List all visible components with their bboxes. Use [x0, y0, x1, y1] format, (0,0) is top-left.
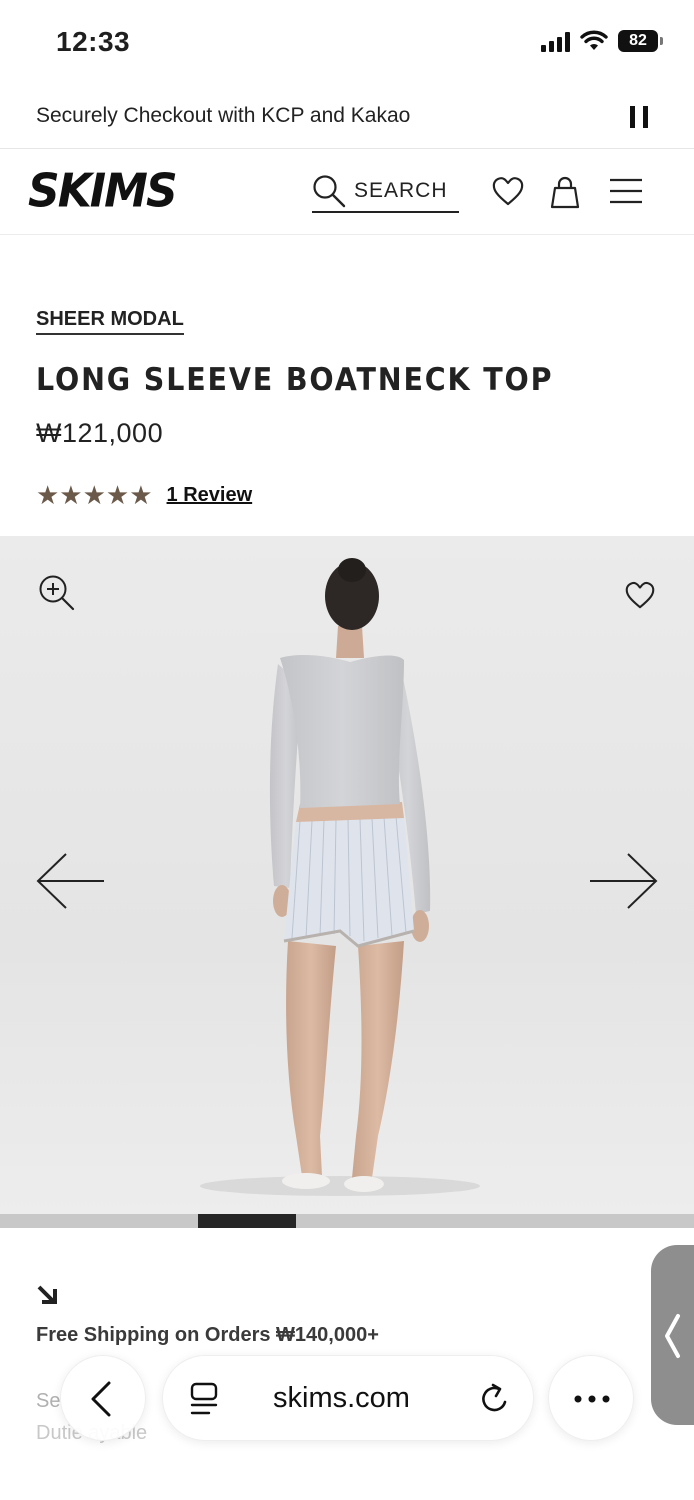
shopping-bag-icon[interactable]	[548, 174, 582, 210]
rating-row: ★★★★★ 1 Review	[36, 480, 252, 511]
tabs-icon[interactable]	[189, 1382, 219, 1416]
battery-icon: 82	[618, 30, 663, 52]
more-icon	[574, 1395, 610, 1403]
status-bar: 12:33 82	[0, 0, 694, 88]
chevron-left-icon	[91, 1381, 111, 1417]
heart-icon[interactable]	[491, 174, 525, 208]
status-time: 12:33	[56, 26, 131, 57]
chevron-left-icon	[665, 1314, 680, 1358]
collection-link[interactable]: SHEER MODAL	[36, 308, 184, 335]
search-icon	[313, 174, 346, 207]
product-image-gallery[interactable]	[0, 536, 694, 1216]
hamburger-menu-icon[interactable]	[608, 177, 644, 205]
wishlist-heart-icon[interactable]	[624, 580, 656, 610]
back-button[interactable]	[60, 1355, 146, 1441]
shipping-detail-text: Se	[36, 1390, 61, 1412]
address-bar[interactable]: skims.com	[162, 1355, 534, 1441]
skims-logo[interactable]: SKIMS	[28, 165, 178, 219]
reviews-link[interactable]: 1 Review	[167, 484, 253, 507]
free-shipping-text: Free Shipping on Orders ₩140,000+	[36, 1324, 379, 1346]
arrow-left-icon[interactable]	[36, 852, 106, 910]
announcement-bar: Securely Checkout with KCP and Kakao	[0, 88, 694, 149]
product-title: LONG SLEEVE BOATNECK TOP	[36, 362, 554, 398]
gallery-progress-indicator	[197, 1214, 297, 1228]
url-text: skims.com	[273, 1382, 410, 1414]
arrow-right-icon[interactable]	[588, 852, 658, 910]
search-label: SEARCH	[354, 178, 448, 202]
wifi-icon	[580, 30, 608, 50]
product-price: ₩121,000	[36, 418, 164, 448]
more-button[interactable]	[548, 1355, 634, 1441]
reload-icon[interactable]	[479, 1382, 511, 1416]
pause-button[interactable]	[630, 106, 648, 128]
zoom-in-icon[interactable]	[38, 574, 76, 612]
site-header: SKIMS SEARCH	[0, 150, 694, 235]
search-button[interactable]: SEARCH	[312, 170, 459, 213]
gallery-progress-bar	[0, 1214, 694, 1228]
announcement-text: Securely Checkout with KCP and Kakao	[36, 104, 411, 127]
star-rating: ★★★★★	[36, 480, 153, 510]
status-icons: 82	[541, 30, 663, 52]
cellular-signal-icon	[541, 30, 570, 52]
arrow-down-right-icon	[37, 1285, 57, 1304]
side-panel-handle[interactable]	[651, 1245, 694, 1425]
